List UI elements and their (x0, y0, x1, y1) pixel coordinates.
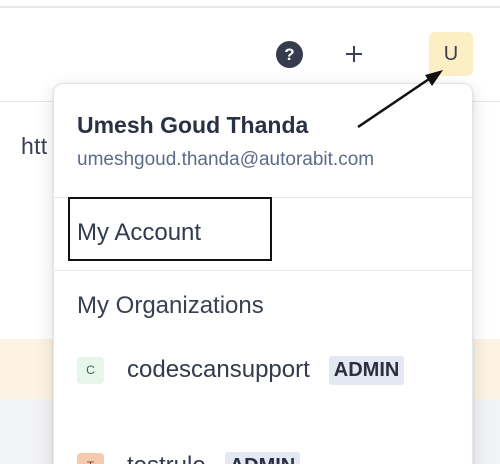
role-badge: ADMIN (328, 355, 405, 385)
organization-initial-icon: C (77, 356, 104, 384)
help-button[interactable]: ? (276, 41, 303, 68)
organization-item[interactable]: T testrule ADMIN (77, 450, 301, 464)
role-badge: ADMIN (224, 451, 301, 464)
avatar-initial: U (443, 43, 459, 65)
user-dropdown-menu: Umesh Goud Thanda umeshgoud.thanda@autor… (53, 83, 473, 464)
plus-icon (346, 46, 362, 62)
question-circle-icon: ? (284, 45, 295, 64)
organization-name: codescansupport (127, 356, 310, 383)
add-button[interactable] (342, 42, 366, 66)
user-avatar-button[interactable]: U (429, 32, 473, 76)
top-divider (0, 6, 500, 8)
organization-item[interactable]: C codescansupport ADMIN (77, 354, 405, 386)
background-url-text: htt (21, 133, 48, 159)
user-email: umeshgoud.thanda@autorabit.com (77, 149, 375, 170)
organizations-heading: My Organizations (77, 292, 264, 319)
organization-name: testrule (127, 452, 206, 464)
page: ? U htt Umesh Goud Thanda umeshgoud.than… (0, 0, 500, 464)
menu-divider (54, 270, 472, 271)
annotation-highlight-box (68, 197, 272, 261)
organization-initial-icon: T (77, 452, 104, 464)
user-name: Umesh Goud Thanda (77, 112, 309, 138)
